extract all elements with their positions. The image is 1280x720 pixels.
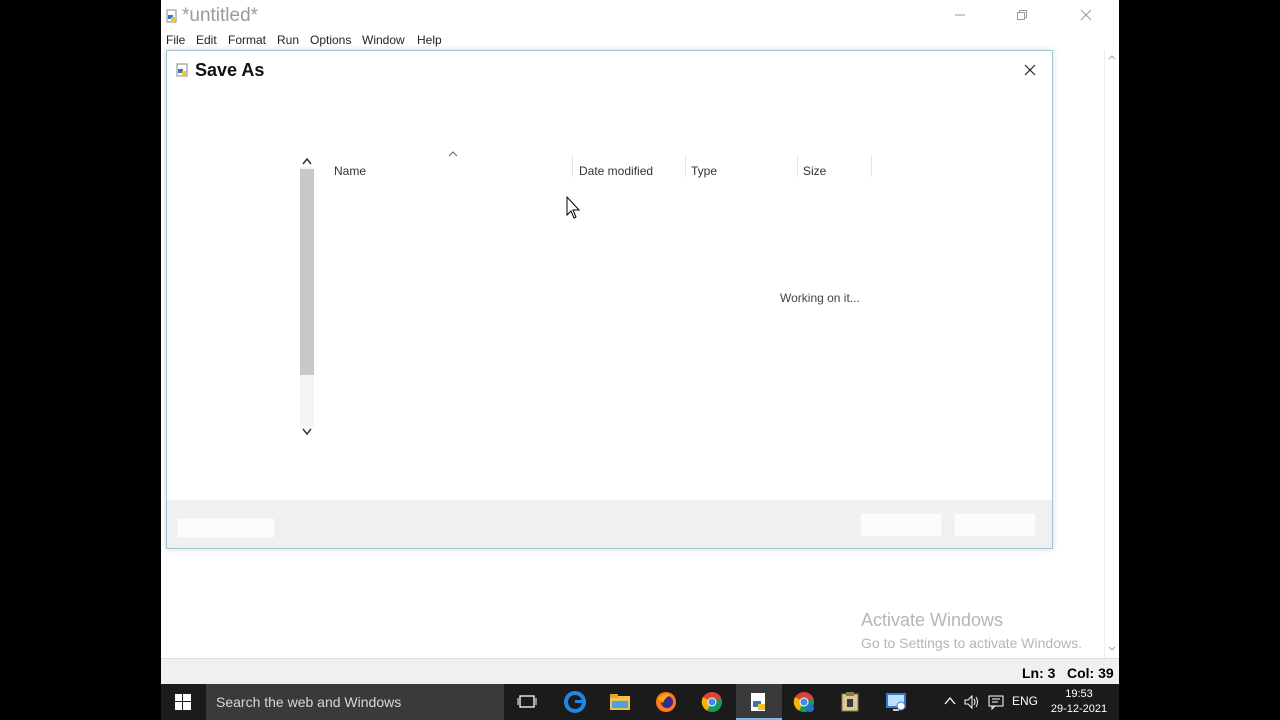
save-button[interactable]: [860, 513, 942, 537]
menu-options[interactable]: Options: [310, 33, 351, 47]
column-divider[interactable]: [572, 155, 573, 177]
scroll-up-icon: [1108, 55, 1116, 60]
editor-scrollbar[interactable]: [1104, 50, 1119, 658]
file-explorer-button[interactable]: [606, 688, 634, 716]
minimize-button[interactable]: [937, 2, 983, 28]
taskbar: Search the web and Windows ENG 19:53 29-…: [161, 684, 1119, 720]
start-button[interactable]: [169, 688, 197, 716]
column-divider[interactable]: [685, 155, 686, 177]
task-view-button[interactable]: [513, 688, 541, 716]
save-as-dialog: Save As Name Date modified Type Size Wor…: [166, 50, 1053, 549]
dialog-close-button[interactable]: [1015, 58, 1045, 82]
archive-button[interactable]: [836, 688, 864, 716]
dialog-footer: [167, 500, 1052, 548]
chrome-button[interactable]: [698, 688, 726, 716]
taskbar-clock[interactable]: 19:53 29-12-2021: [1049, 687, 1109, 717]
volume-icon[interactable]: [964, 694, 980, 710]
status-column: Col: 39: [1067, 665, 1114, 681]
cancel-button[interactable]: [954, 513, 1036, 537]
taskbar-search-box[interactable]: Search the web and Windows: [206, 684, 504, 720]
menu-help[interactable]: Help: [417, 33, 442, 47]
chevron-up-icon[interactable]: [944, 696, 956, 706]
menu-edit[interactable]: Edit: [196, 33, 217, 47]
edge-button[interactable]: [561, 688, 589, 716]
chrome-icon: [701, 692, 722, 712]
chrome-app-icon: [793, 692, 814, 712]
file-list-scroll-thumb[interactable]: [300, 169, 314, 375]
column-divider[interactable]: [797, 155, 798, 177]
column-header-date-modified[interactable]: Date modified: [579, 164, 653, 178]
menu-bar: File Edit Format Run Options Window Help: [161, 31, 1119, 49]
column-header-size[interactable]: Size: [803, 164, 826, 178]
firefox-icon: [656, 692, 676, 712]
hide-folders-button[interactable]: [177, 518, 275, 538]
watermark-title: Activate Windows: [861, 610, 1004, 630]
remote-icon: [886, 693, 906, 711]
watermark-subtitle: Go to Settings to activate Windows.: [861, 635, 1082, 651]
chrome-app-button[interactable]: [790, 688, 818, 716]
column-header-type[interactable]: Type: [691, 164, 717, 178]
scroll-down-icon[interactable]: [301, 427, 313, 437]
language-indicator[interactable]: ENG: [1012, 694, 1038, 708]
scroll-up-icon[interactable]: [301, 156, 313, 166]
close-icon: [1080, 9, 1092, 21]
idle-icon: [751, 693, 765, 711]
remote-button[interactable]: [882, 688, 910, 716]
menu-window[interactable]: Window: [362, 33, 405, 47]
firefox-button[interactable]: [652, 688, 680, 716]
column-divider[interactable]: [871, 155, 872, 177]
scroll-down-icon: [1108, 646, 1116, 651]
task-view-icon: [517, 695, 537, 708]
notification-icon[interactable]: [988, 694, 1004, 710]
idle-taskbar-button[interactable]: [736, 684, 782, 720]
restore-icon: [1017, 10, 1027, 20]
mouse-cursor-icon: [566, 196, 581, 219]
close-button[interactable]: [1063, 2, 1109, 28]
editor-titlebar[interactable]: *untitled*: [161, 0, 1119, 31]
archive-icon: [841, 692, 859, 712]
python-file-icon: [176, 63, 188, 77]
edge-icon: [564, 691, 586, 713]
editor-title: *untitled*: [182, 5, 259, 26]
minimize-icon: [955, 14, 965, 16]
dialog-title: Save As: [195, 60, 265, 80]
activate-windows-watermark: Activate Windows Go to Settings to activ…: [861, 610, 1082, 651]
search-placeholder: Search the web and Windows: [216, 694, 402, 710]
file-list-panel: Name Date modified Type Size Working on …: [300, 151, 880, 441]
menu-file[interactable]: File: [166, 33, 185, 47]
restore-button[interactable]: [999, 2, 1045, 28]
desktop: *untitled* File Edit Format Run Options …: [0, 0, 1280, 720]
windows-start-icon: [175, 694, 191, 710]
clock-time: 19:53: [1065, 688, 1093, 700]
close-icon: [1024, 64, 1036, 76]
sort-ascending-icon: [448, 151, 458, 157]
menu-run[interactable]: Run: [277, 33, 299, 47]
loading-message: Working on it...: [780, 291, 860, 305]
file-explorer-icon: [610, 694, 630, 710]
menu-format[interactable]: Format: [228, 33, 266, 47]
status-line: Ln: 3: [1022, 665, 1056, 681]
python-file-icon: [166, 9, 177, 23]
clock-date: 29-12-2021: [1050, 703, 1108, 715]
column-header-name[interactable]: Name: [334, 164, 366, 178]
status-bar: Ln: 3 Col: 39: [161, 658, 1119, 684]
